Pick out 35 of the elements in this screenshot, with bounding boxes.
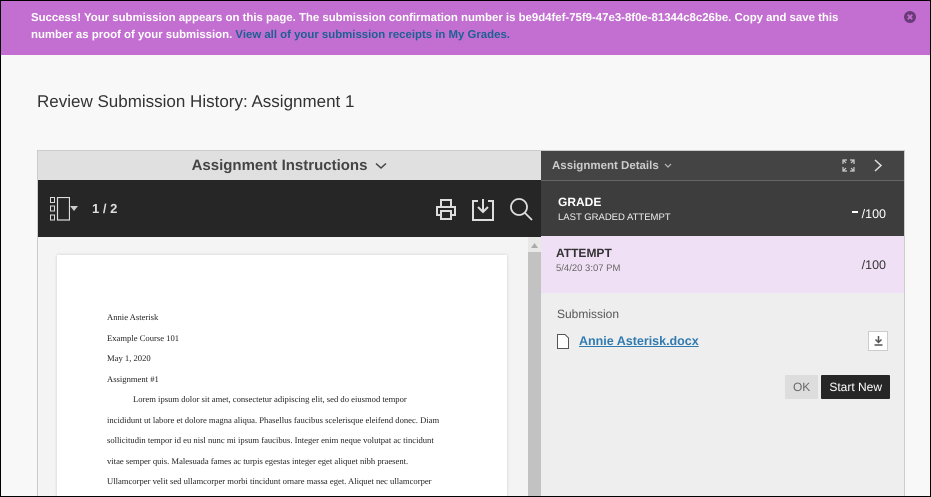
row-label: ATTEMPT [556,246,613,260]
score: /100 [862,258,886,272]
details-title[interactable]: Assignment Details [552,160,659,172]
row-sublabel: 5/4/20 3:07 PM [556,263,622,274]
score: /100 [862,206,886,220]
print-icon[interactable] [435,198,457,220]
document-icon [557,334,569,348]
attempt-row[interactable]: ATTEMPT 5/4/20 3:07 PM /100 [541,236,904,293]
chevron-down-icon [664,163,672,168]
document-paragraph: Lorem ipsum dolor sit amet, consectetur adipiscing elit, sed do eiusmod tempor incididunt ut labore et dolore magna aliqua. Phasellus faucibus scelerisque eleifend donec. Diam sollicitudin tempor id eu nisl nunc mi ipsum faucibus. Integer enim neque volutpat ac tincidunt vitae semper quis. Malesuada fames ac turpis egestas integer eget aliquet nibh praesent. Ullamcorper velit sed ullamcorper morbi tincidunt ornare massa eget. Aliquet nec ullamcorper [107,394,440,488]
page-indicator: 1 / 2 [92,201,118,216]
instructions-header[interactable]: Assignment Instructions [38,151,541,180]
document-line: Assignment #1 [107,374,160,386]
instructions-title: Assignment Instructions [192,157,368,174]
page-title: Review Submission History: Assignment 1 [37,92,356,113]
row-label: GRADE [558,194,602,208]
download-button[interactable] [868,331,888,351]
sidebar-toggle-icon[interactable] [50,196,70,220]
chevron-down-icon [375,162,388,170]
close-icon[interactable] [904,11,916,23]
download-icon [874,336,882,346]
chevron-right-icon[interactable] [874,159,882,172]
expand-icon[interactable] [842,159,855,172]
file-link[interactable]: Annie Asterisk.docx [579,334,699,348]
caret-icon[interactable] [70,206,78,211]
document-line: Example Course 101 [107,332,180,345]
document-line: Annie Asterisk [107,312,160,324]
banner-message: Success! Your submission appears on this page. The submission confirmation number is be9d4fef-75f9-47e3-8f0e-81344c8c26be. Copy and save this number as proof of your submission. View all of your submission receipts in My Grades. [31,11,840,43]
submission-label: Submission [557,307,620,321]
document-line: May 1, 2020 [107,353,152,365]
ok-button[interactable]: OK [784,375,818,399]
search-icon[interactable] [509,196,533,220]
start-new-button[interactable]: Start New [821,375,890,399]
row-sublabel: LAST GRADED ATTEMPT [558,212,672,222]
download-icon[interactable] [471,196,495,220]
